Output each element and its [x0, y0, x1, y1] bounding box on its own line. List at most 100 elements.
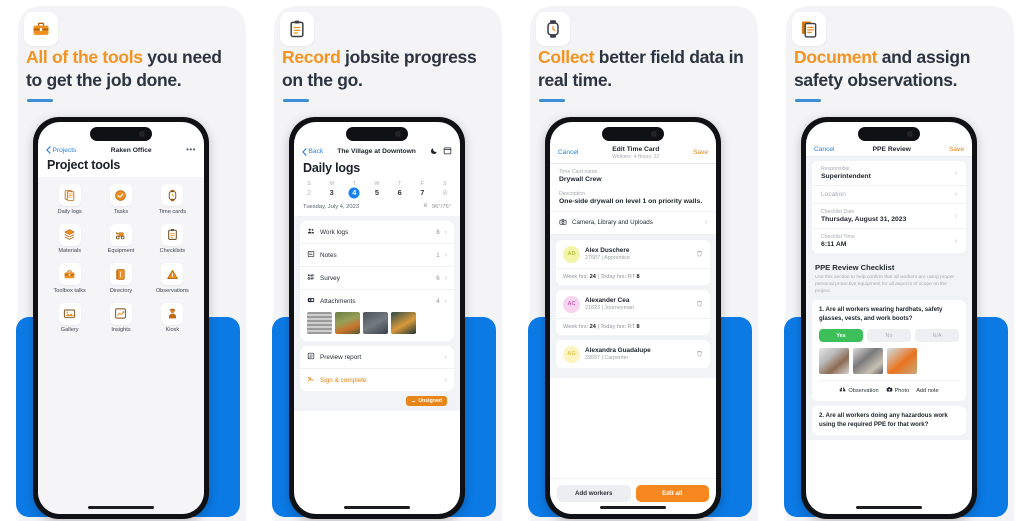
tool-item[interactable]: Directory — [95, 263, 146, 294]
photo-thumbnail[interactable] — [887, 348, 917, 375]
back-label: Back — [308, 148, 324, 155]
answer-option-no[interactable]: No — [867, 329, 911, 343]
photo-thumbnail[interactable] — [853, 348, 883, 375]
dynamic-island — [858, 127, 920, 141]
add-workers-button[interactable]: Add workers — [557, 485, 631, 502]
worker-card[interactable]: AG Alexandra Guadalupe 39557 | Carpenter — [556, 339, 710, 368]
question-card: 1. Are all workers wearing hardhats, saf… — [812, 300, 966, 402]
photo-label: Photo — [894, 387, 910, 394]
tool-item[interactable]: Insights — [95, 302, 146, 333]
week-strip[interactable]: S M T W T F S 2 3 4 5 6 7 8 — [294, 180, 460, 198]
save-button[interactable]: Save — [693, 149, 708, 156]
kiosk-icon — [161, 302, 184, 325]
observation-action[interactable]: Observation — [839, 386, 879, 395]
thumbnail[interactable] — [363, 312, 388, 334]
location-field[interactable]: Location › — [812, 185, 966, 203]
worker-id: 27687 — [585, 254, 600, 261]
worker-card[interactable]: AD Alex Duschere 27687 | Apprentice Week… — [556, 239, 710, 285]
headline-rule — [795, 99, 821, 102]
notebook-icon — [109, 263, 132, 285]
equipment-icon — [109, 223, 132, 246]
date-cell[interactable]: 7 — [416, 187, 428, 198]
dynamic-island — [346, 127, 408, 141]
binoculars-icon — [839, 386, 846, 395]
delete-icon[interactable] — [696, 300, 703, 309]
chevron-right-icon: › — [444, 274, 447, 282]
add-note-action[interactable]: Add note — [916, 388, 938, 394]
moon-icon[interactable] — [430, 147, 438, 157]
avatar-initials: AC — [567, 301, 576, 307]
tool-item[interactable]: Observations — [147, 263, 198, 294]
phone-screen: Projects Raken Office ••• Project tools — [38, 122, 204, 514]
tool-item[interactable]: Time cards — [147, 184, 198, 215]
cancel-button[interactable]: Cancel — [814, 146, 835, 153]
field-value: One-side drywall on level 1 on priority … — [559, 197, 703, 205]
tool-item[interactable]: Tasks — [95, 184, 146, 215]
save-button[interactable]: Save — [949, 146, 964, 153]
week-hrs-value: 24 — [589, 323, 596, 330]
description-field[interactable]: Description One-side drywall on level 1 … — [550, 188, 716, 211]
tool-item[interactable]: Checklists — [147, 223, 198, 254]
worker-meta: 27687 | Apprentice — [585, 254, 630, 261]
tool-item[interactable]: Gallery — [44, 302, 95, 333]
weather-readout: 96°/76° — [423, 202, 451, 211]
date-cell[interactable]: 5 — [371, 187, 383, 198]
materials-icon — [58, 223, 81, 246]
tool-item[interactable]: Daily logs — [44, 184, 95, 215]
back-button[interactable]: Projects — [46, 146, 76, 154]
calendar-icon[interactable] — [443, 146, 452, 157]
back-button[interactable]: Back — [302, 147, 324, 156]
photo-action[interactable]: Photo — [886, 386, 910, 395]
more-options-icon[interactable]: ••• — [186, 146, 196, 154]
selected-date-label: Tuesday, July 4, 2023 — [303, 203, 360, 210]
thumbnail[interactable] — [335, 312, 360, 334]
today-hrs-value: 8 — [636, 323, 640, 330]
date-cell[interactable]: 8 — [439, 187, 451, 198]
responsible-field[interactable]: Responsible Superintendent › — [812, 161, 966, 185]
today-hrs-label: Today hrs: RT — [600, 273, 635, 280]
camera-library-row[interactable]: Camera, Library and Uploads › — [550, 210, 716, 235]
week-hrs-value: 24 — [589, 273, 596, 280]
tool-item[interactable]: Toolbox talks — [44, 263, 95, 294]
avatar: AG — [563, 345, 580, 363]
time-card-name-field[interactable]: Time Card name Drywall Crew — [550, 163, 716, 189]
worker-role: Apprentice — [604, 254, 630, 261]
tool-item[interactable]: Materials — [44, 223, 95, 254]
tool-item[interactable]: Equipment — [95, 223, 146, 254]
list-item[interactable]: Survey 6 › — [300, 266, 454, 289]
checklist-title: PPE Review Checklist — [815, 263, 895, 272]
thumbnail[interactable] — [307, 312, 332, 334]
tool-item[interactable]: Kiosk — [147, 302, 198, 333]
today-hrs-label: Today hrs: RT — [600, 323, 635, 330]
thumbnail[interactable] — [391, 312, 416, 334]
worker-role: Journeyman — [604, 304, 635, 311]
worker-name: Alexandra Guadalupe — [585, 347, 651, 355]
list-item[interactable]: Notes 1 › — [300, 243, 454, 266]
weather-temp: 96°/76° — [431, 203, 451, 210]
tool-label: Kiosk — [165, 327, 180, 333]
date-cell-selected[interactable]: 4 — [348, 187, 360, 198]
home-indicator — [856, 506, 922, 509]
chevron-right-icon: › — [954, 237, 957, 245]
cancel-button[interactable]: Cancel — [558, 149, 579, 156]
sign-complete-row[interactable]: Sign & complete › — [300, 368, 454, 391]
tool-label: Directory — [109, 287, 133, 294]
checklist-time-field[interactable]: Checklist Time 6:11 AM › — [812, 228, 966, 253]
photo-thumbnail[interactable] — [819, 348, 849, 375]
worker-card[interactable]: AC Alexander Cea 21823 | Journeyman Week… — [556, 289, 710, 335]
preview-report-row[interactable]: Preview report › — [300, 346, 454, 368]
list-item[interactable]: Attachments 4 › — [300, 289, 454, 312]
field-label: Checklist Date — [821, 209, 855, 215]
answer-option-na[interactable]: N/A — [915, 329, 959, 343]
delete-icon[interactable] — [696, 350, 703, 359]
phone-screen: Back The Village at Downtown Daily logs … — [294, 122, 460, 514]
checklist-date-field[interactable]: Checklist Date Thursday, August 31, 2023… — [812, 203, 966, 228]
answer-option-yes[interactable]: Yes — [819, 329, 863, 343]
date-cell[interactable]: 2 — [303, 187, 315, 198]
date-cell[interactable]: 3 — [326, 187, 338, 198]
delete-icon[interactable] — [696, 250, 703, 259]
list-item[interactable]: Work logs 8 › — [300, 221, 454, 243]
edit-all-button[interactable]: Edit all — [635, 485, 709, 502]
dynamic-island — [602, 127, 664, 141]
date-cell[interactable]: 6 — [394, 187, 406, 198]
